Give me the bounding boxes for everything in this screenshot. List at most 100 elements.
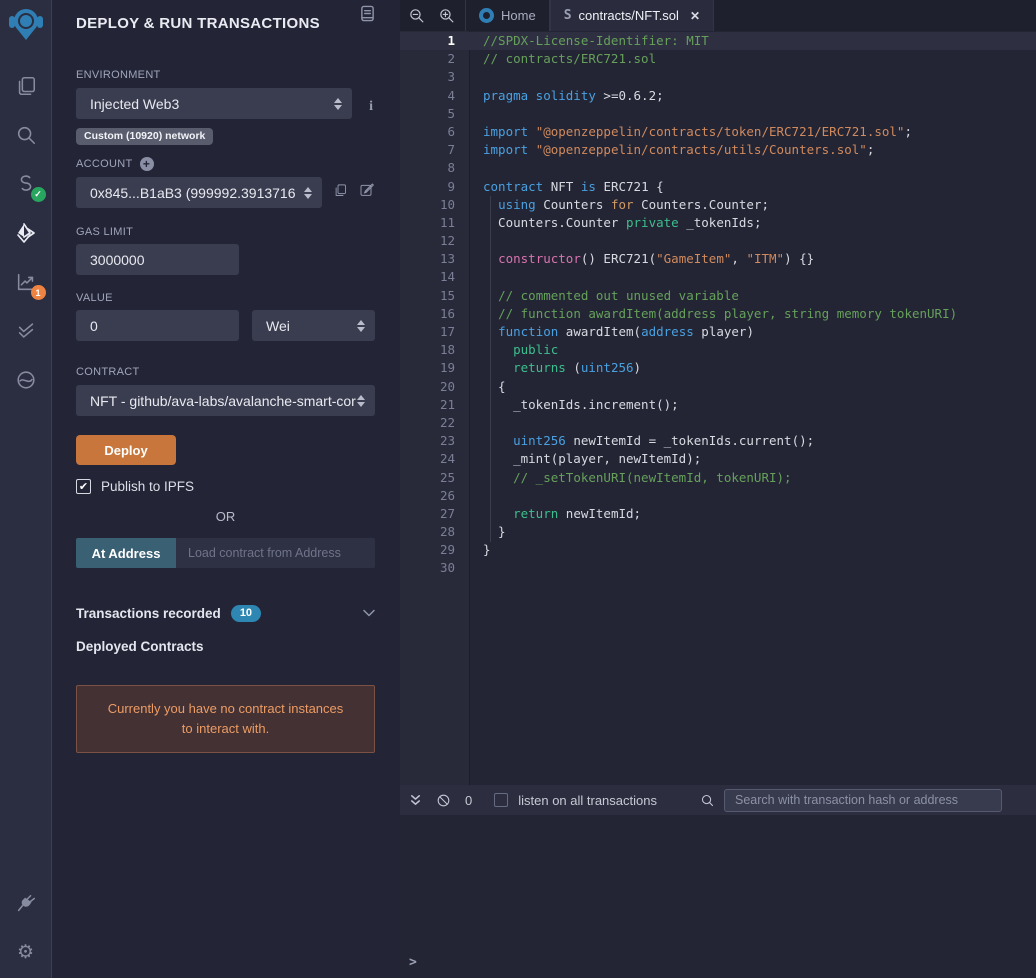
remix-logo-icon[interactable] [6,6,46,48]
code-line[interactable]: 26 [400,487,1036,505]
code-lines: 1//SPDX-License-Identifier: MIT2// contr… [400,31,1036,578]
files-icon [15,75,37,97]
code-line[interactable]: 18 public [400,341,1036,359]
at-address-button[interactable]: At Address [76,538,176,568]
sidebar-item-unit-testing[interactable] [12,317,40,345]
terminal-search-input[interactable] [724,789,1002,812]
sidebar-item-file-explorer[interactable] [12,72,40,100]
select-arrows-icon [304,187,312,199]
remix-home-icon [479,8,494,23]
listen-transactions-checkbox[interactable] [494,793,508,807]
at-address-input[interactable] [176,538,375,568]
code-line[interactable]: 20 { [400,378,1036,396]
sidebar-item-deploy-run[interactable] [12,219,40,247]
value-unit-select[interactable]: Wei [252,310,375,341]
no-instances-message: Currently you have no contract instances… [76,685,375,753]
transactions-recorded-row[interactable]: Transactions recorded 10 [76,604,375,622]
code-line[interactable]: 1//SPDX-License-Identifier: MIT [400,32,1036,50]
publish-ipfs-checkbox[interactable]: ✔ [76,479,91,494]
pending-tx-count: 0 [465,793,472,808]
code-line[interactable]: 7import "@openzeppelin/contracts/utils/C… [400,141,1036,159]
code-line[interactable]: 17 function awardItem(address player) [400,323,1036,341]
code-editor[interactable]: 1//SPDX-License-Identifier: MIT2// contr… [400,31,1036,785]
code-line[interactable]: 3 [400,68,1036,86]
environment-label: ENVIRONMENT [76,69,375,81]
circle-wave-icon [15,369,37,391]
deploy-button[interactable]: Deploy [76,435,176,465]
code-line[interactable]: 13 constructor() ERC721("GameItem", "ITM… [400,250,1036,268]
code-line[interactable]: 5 [400,105,1036,123]
code-line[interactable]: 2// contracts/ERC721.sol [400,50,1036,68]
code-line[interactable]: 28 } [400,523,1036,541]
indent-guide [490,196,491,542]
contract-select[interactable]: NFT - github/ava-labs/avalanche-smart-co… [76,385,375,416]
tab-bar: Home S contracts/NFT.sol ✕ [400,0,1036,31]
sidebar-item-plugin-manager[interactable] [12,890,40,918]
gas-limit-input[interactable] [76,244,239,275]
account-select[interactable]: 0x845...B1aB3 (999992.3913716 [76,177,322,208]
add-account-icon[interactable]: + [140,157,154,171]
contract-label: CONTRACT [76,366,375,378]
network-badge: Custom (10920) network [76,128,213,145]
code-line[interactable]: 30 [400,559,1036,577]
transactions-recorded-label: Transactions recorded [76,606,221,621]
code-line[interactable]: 9contract NFT is ERC721 { [400,178,1036,196]
deploy-run-icon [14,221,38,245]
deployed-contracts-label: Deployed Contracts [76,639,375,654]
check-icon: ✔ [79,480,88,493]
publish-ipfs-label: Publish to IPFS [101,479,194,494]
sidebar-item-settings[interactable]: ⚙ [12,938,40,966]
code-line[interactable]: 23 uint256 newItemId = _tokenIds.current… [400,432,1036,450]
code-line[interactable]: 4pragma solidity >=0.6.2; [400,87,1036,105]
terminal-toolbar: 0 listen on all transactions [400,785,1036,815]
docs-book-icon[interactable] [360,5,375,27]
code-line[interactable]: 27 return newItemId; [400,505,1036,523]
panel-title: DEPLOY & RUN TRANSACTIONS [76,15,320,32]
publish-ipfs-row[interactable]: ✔ Publish to IPFS [76,479,375,494]
transactions-count-badge: 10 [231,605,261,622]
environment-info-icon[interactable]: i [369,99,373,115]
code-line[interactable]: 19 returns (uint256) [400,359,1036,377]
terminal-collapse-icon[interactable] [409,793,422,807]
code-line[interactable]: 12 [400,232,1036,250]
code-line[interactable]: 16 // function awardItem(address player,… [400,305,1036,323]
sidebar-item-analytics[interactable]: 1 [12,268,40,296]
sidebar-item-debugger[interactable] [12,366,40,394]
select-arrows-icon [357,395,365,407]
value-label: VALUE [76,292,375,304]
sign-message-icon[interactable] [359,182,375,203]
code-line[interactable]: 15 // commented out unused variable [400,287,1036,305]
double-check-icon [15,320,37,342]
terminal-output[interactable]: > [400,815,1036,978]
tab-home[interactable]: Home [465,0,550,31]
code-line[interactable]: 14 [400,268,1036,286]
compiled-check-badge: ✓ [31,187,46,202]
code-line[interactable]: 29} [400,541,1036,559]
environment-select[interactable]: Injected Web3 [76,88,352,119]
select-arrows-icon [357,320,365,332]
copy-account-icon[interactable] [333,183,348,203]
icon-sidebar: ✓ 1 [0,0,52,978]
main-area: Home S contracts/NFT.sol ✕ 1//SPDX-Licen… [400,0,1036,978]
listen-transactions-label: listen on all transactions [518,793,657,808]
close-tab-icon[interactable]: ✕ [690,9,700,23]
sidebar-item-search[interactable] [12,121,40,149]
clear-console-icon[interactable] [436,793,451,808]
select-arrows-icon [334,98,342,110]
code-line[interactable]: 11 Counters.Counter private _tokenIds; [400,214,1036,232]
code-line[interactable]: 10 using Counters for Counters.Counter; [400,196,1036,214]
zoom-out-button[interactable] [408,7,425,24]
analytics-count-badge: 1 [31,285,46,300]
value-input[interactable] [76,310,239,341]
code-line[interactable]: 21 _tokenIds.increment(); [400,396,1036,414]
chevron-down-icon[interactable] [363,604,375,622]
deploy-run-panel: DEPLOY & RUN TRANSACTIONS ENVIRONMENT In… [52,0,400,978]
code-line[interactable]: 8 [400,159,1036,177]
zoom-in-button[interactable] [438,7,455,24]
code-line[interactable]: 6import "@openzeppelin/contracts/token/E… [400,123,1036,141]
code-line[interactable]: 24 _mint(player, newItemId); [400,450,1036,468]
code-line[interactable]: 25 // _setTokenURI(newItemId, tokenURI); [400,469,1036,487]
tab-contracts-nft-sol[interactable]: S contracts/NFT.sol ✕ [550,0,714,31]
sidebar-item-solidity-compiler[interactable]: ✓ [12,170,40,198]
code-line[interactable]: 22 [400,414,1036,432]
